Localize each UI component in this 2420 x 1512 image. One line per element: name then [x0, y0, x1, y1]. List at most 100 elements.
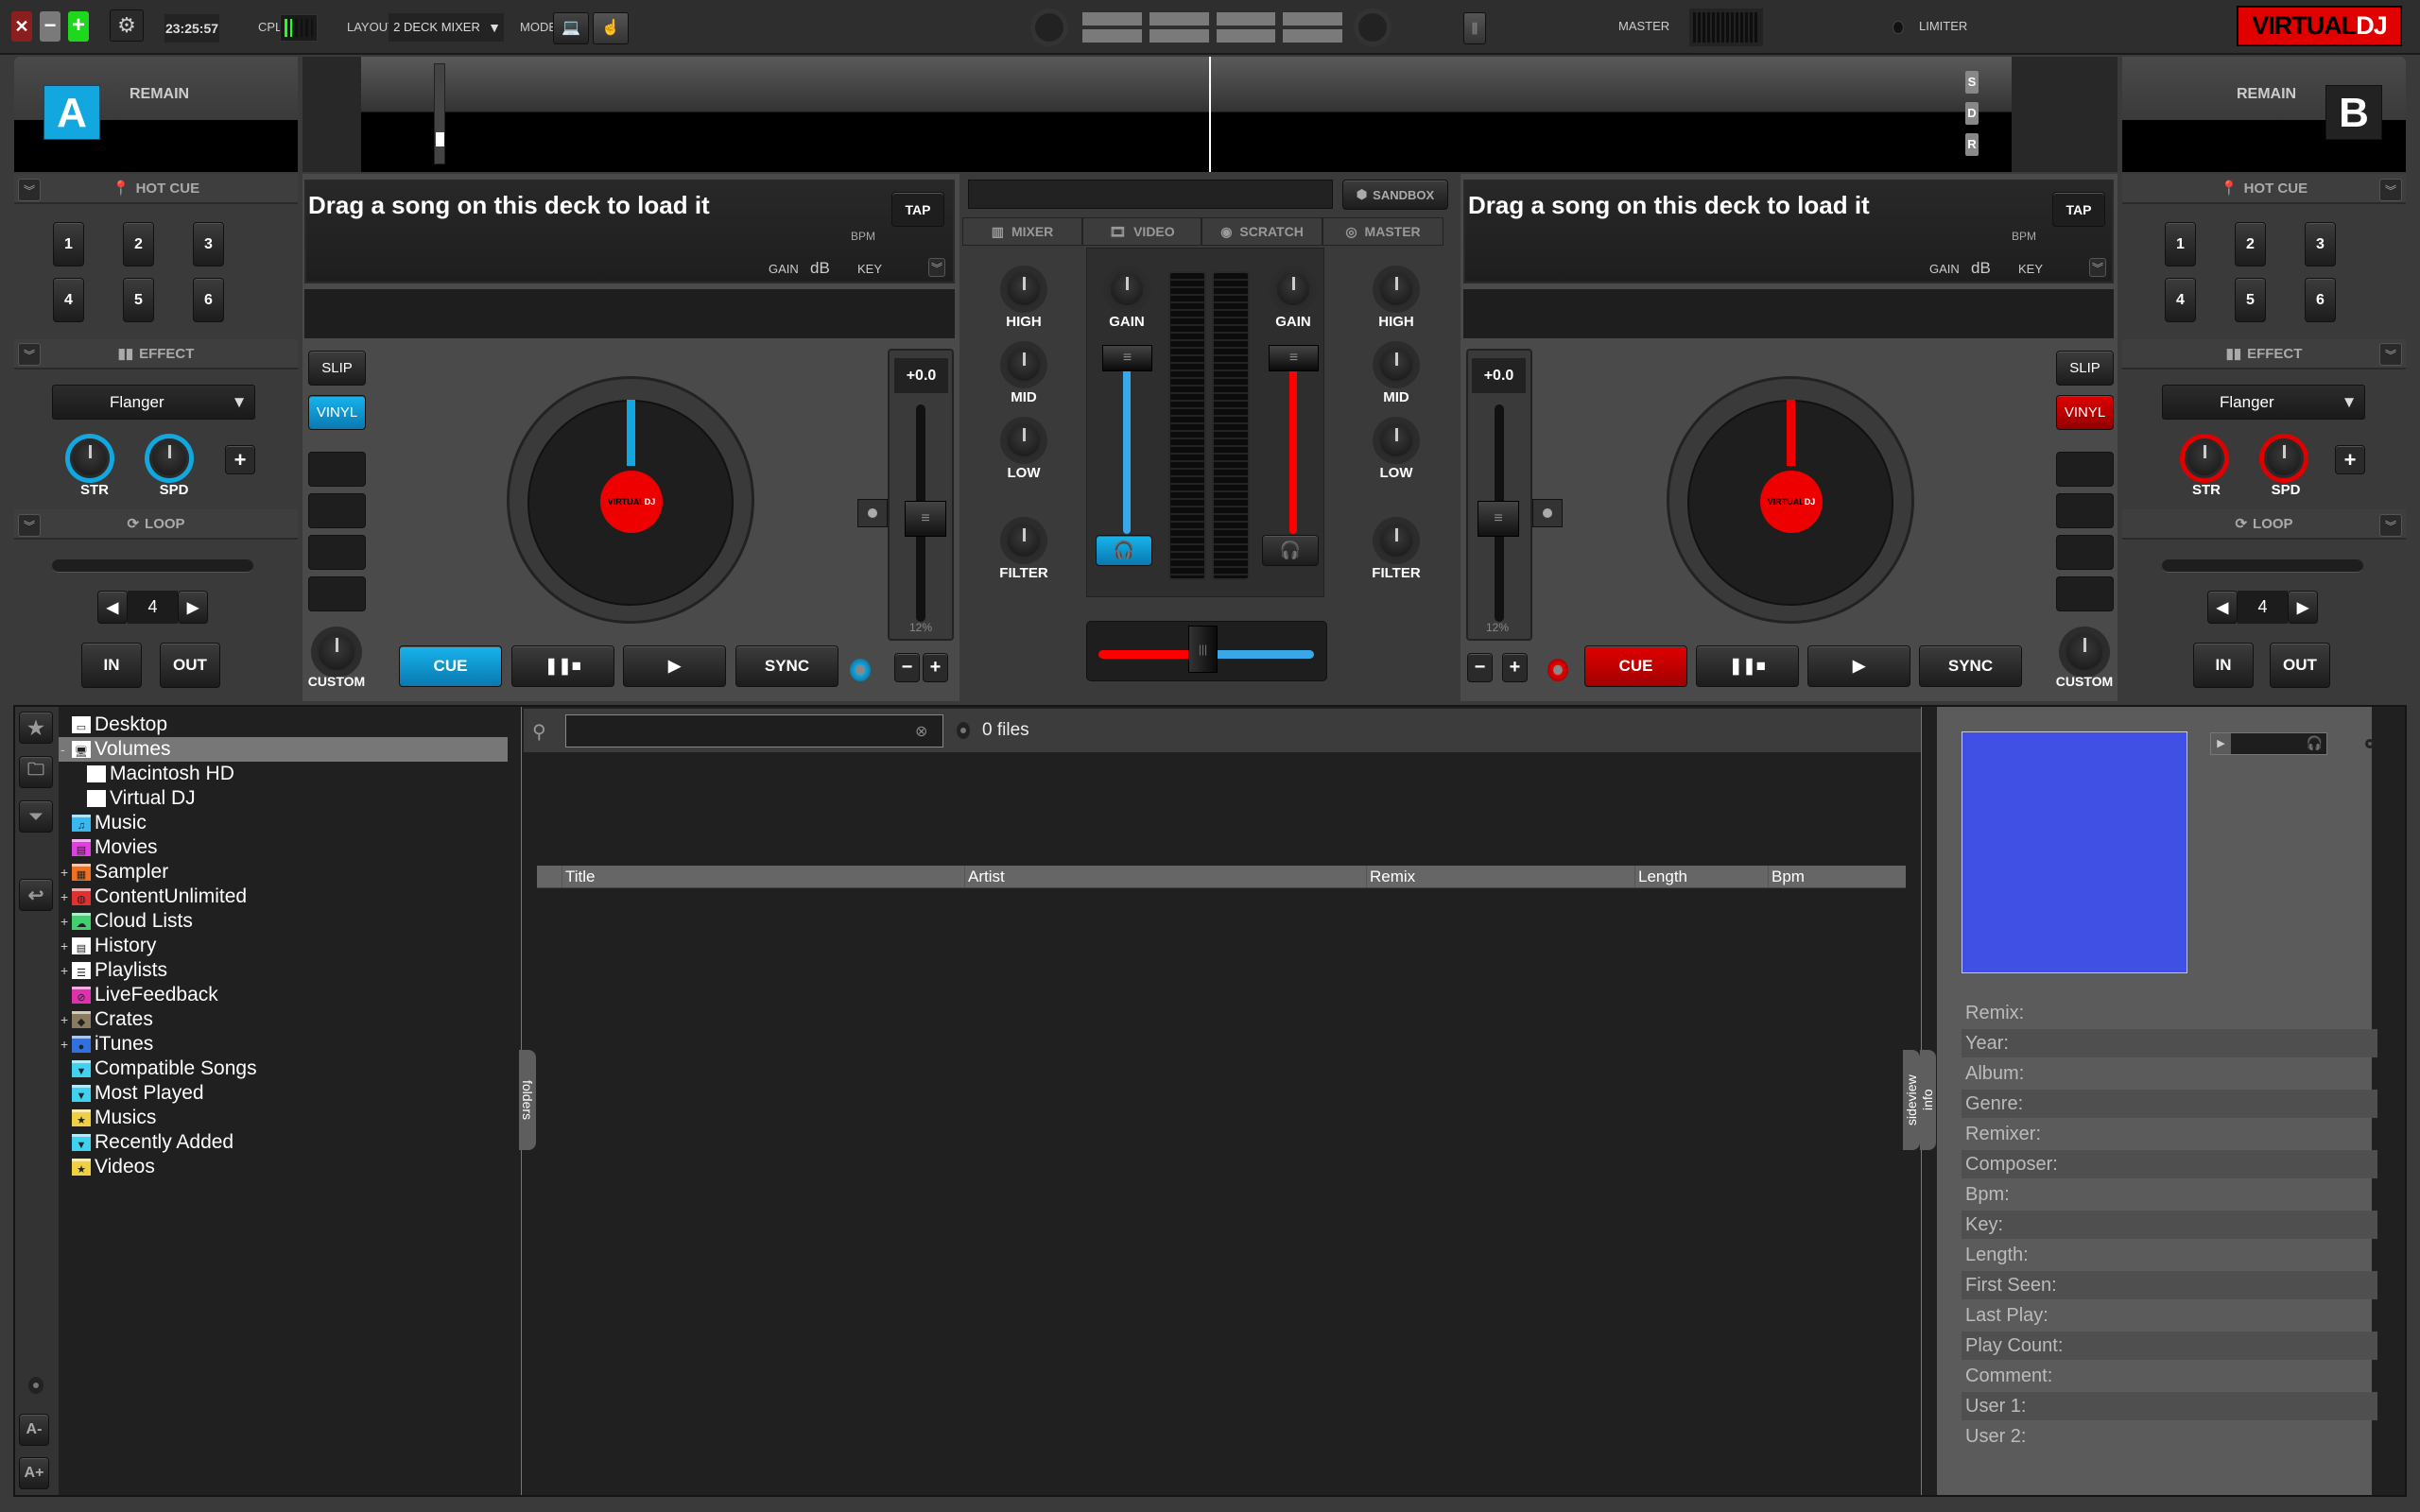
column-remix[interactable]: Remix — [1367, 866, 1635, 887]
pitch-slider-handle-a[interactable]: ≡ — [905, 501, 946, 537]
maximize-button[interactable]: + — [68, 11, 89, 42]
mode-laptop-button[interactable]: 💻 — [553, 12, 589, 44]
hot-cue-6-b[interactable]: 6 — [2305, 278, 2336, 322]
preview-play-icon[interactable]: ▶ — [2211, 733, 2231, 754]
deck-a-pad-1[interactable] — [308, 452, 366, 487]
tab-scratch[interactable]: ◉ SCRATCH — [1201, 217, 1322, 246]
loop-size-decrease-a[interactable]: ◀ — [97, 591, 128, 624]
expand-icon[interactable]: + — [60, 938, 70, 954]
column-bpm[interactable]: Bpm — [1769, 866, 1906, 887]
tree-item-most-played[interactable]: ▼ Most Played — [59, 1081, 508, 1106]
keylock-button-a[interactable] — [850, 659, 871, 681]
tree-item-contentunlimited[interactable]: + ◍ ContentUnlimited — [59, 885, 508, 909]
loop-size-increase-a[interactable]: ▶ — [178, 591, 208, 624]
eq-mid-knob-a[interactable] — [1005, 346, 1043, 384]
pitch-slider-handle-b[interactable]: ≡ — [1478, 501, 1519, 537]
hot-cue-collapse-a[interactable]: ︾ — [18, 179, 41, 201]
deck-b-mini-waveform[interactable] — [1463, 289, 2114, 338]
tree-item-recently-added[interactable]: ▼ Recently Added — [59, 1130, 508, 1155]
tree-item-crates[interactable]: + ◆ Crates — [59, 1007, 508, 1032]
pitch-minus-button-b[interactable]: − — [1467, 653, 1493, 682]
waveform-d-button[interactable]: D — [1965, 102, 1979, 125]
tap-button-a[interactable]: TAP — [891, 192, 944, 227]
custom-knob-b[interactable] — [2064, 631, 2105, 673]
gain-knob-a[interactable] — [1108, 270, 1146, 308]
minimize-button[interactable]: − — [40, 11, 60, 42]
add-folder-button[interactable]: 🗀 — [19, 756, 53, 788]
slip-button-a[interactable]: SLIP — [308, 351, 366, 386]
hot-cue-4-a[interactable]: 4 — [53, 278, 84, 322]
deck-b-pad-1[interactable] — [2056, 452, 2114, 487]
vinyl-button-a[interactable]: VINYL — [308, 395, 366, 430]
deck-b-pad-2[interactable] — [2056, 493, 2114, 528]
headphone-cue-button-b[interactable]: 🎧 — [1262, 535, 1319, 566]
deck-b-letter[interactable]: B — [2325, 85, 2382, 140]
eq-high-knob-a[interactable] — [1005, 270, 1043, 308]
loop-size-decrease-b[interactable]: ◀ — [2207, 591, 2238, 624]
tree-item-movies[interactable]: ▤ Movies — [59, 835, 508, 860]
sandbox-button[interactable]: ⬢ SANDBOX — [1342, 180, 1448, 210]
loop-slider-b[interactable] — [2162, 559, 2363, 573]
loop-in-button-b[interactable]: IN — [2193, 643, 2254, 688]
hot-cue-5-b[interactable]: 5 — [2235, 278, 2266, 322]
eq-low-knob-a[interactable] — [1005, 421, 1043, 459]
folders-tab[interactable]: folders — [519, 1050, 536, 1150]
search-input[interactable] — [565, 714, 943, 747]
add-filter-button[interactable]: ⏷ — [19, 800, 53, 833]
preview-player[interactable]: ▶ 🎧 — [2210, 732, 2327, 755]
search-options-led[interactable] — [957, 722, 970, 739]
play-button-b[interactable]: ▶ — [1807, 645, 1910, 687]
pause-stop-button-b[interactable]: ❚❚■ — [1696, 645, 1799, 687]
deck-a-pad-4[interactable] — [308, 576, 366, 611]
tree-item-compatible-songs[interactable]: ▼ Compatible Songs — [59, 1057, 508, 1081]
loop-size-increase-b[interactable]: ▶ — [2288, 591, 2318, 624]
crossfader-track-right[interactable] — [1208, 650, 1314, 659]
pitch-reset-button-a[interactable] — [857, 499, 888, 527]
deck-info-expand-a[interactable]: ︾ — [928, 258, 945, 277]
tree-item-itunes[interactable]: + ● iTunes — [59, 1032, 508, 1057]
effect-select-b[interactable]: Flanger ▼ — [2162, 385, 2365, 420]
volume-fader-track-b[interactable] — [1289, 364, 1297, 534]
font-smaller-button[interactable]: A- — [19, 1414, 49, 1446]
tree-item-sampler[interactable]: + ▦ Sampler — [59, 860, 508, 885]
loop-collapse-a[interactable]: ︾ — [18, 514, 41, 537]
deck-a-letter[interactable]: A — [43, 85, 100, 140]
effect-spd-knob-a[interactable] — [149, 438, 189, 478]
loop-out-button-a[interactable]: OUT — [160, 643, 220, 688]
effect-str-knob-b[interactable] — [2185, 438, 2224, 478]
tree-item-history[interactable]: + ▤ History — [59, 934, 508, 958]
loop-collapse-b[interactable]: ︾ — [2379, 514, 2402, 537]
file-list[interactable] — [537, 889, 1906, 1494]
expand-icon[interactable]: + — [60, 865, 70, 880]
tree-item-volumes[interactable]: - 🖥 Volumes — [59, 737, 508, 762]
hot-cue-3-a[interactable]: 3 — [193, 222, 224, 266]
tap-button-b[interactable]: TAP — [2052, 192, 2105, 227]
info-tab[interactable]: info — [1920, 1050, 1936, 1150]
tree-item-music[interactable]: ♫ Music — [59, 811, 508, 835]
waveform-zoom-handle[interactable] — [436, 132, 444, 146]
filter-knob-a[interactable] — [1005, 522, 1043, 559]
expand-icon[interactable]: + — [60, 963, 70, 978]
column-artist[interactable]: Artist — [965, 866, 1367, 887]
deck-a-pad-3[interactable] — [308, 535, 366, 570]
waveform-mode-button[interactable]: ⫼ — [1463, 12, 1486, 44]
hot-cue-collapse-b[interactable]: ︾ — [2379, 179, 2402, 201]
tree-item-macintosh-hd[interactable]: Macintosh HD — [59, 762, 508, 786]
hot-cue-2-a[interactable]: 2 — [123, 222, 154, 266]
deck-b-pad-4[interactable] — [2056, 576, 2114, 611]
column-length[interactable]: Length — [1635, 866, 1769, 887]
eq-low-knob-b[interactable] — [1377, 421, 1415, 459]
effect-collapse-b[interactable]: ︾ — [2379, 343, 2402, 366]
waveform-zoom-slider[interactable] — [434, 63, 445, 164]
layout-dropdown-arrow[interactable]: ▼ — [485, 13, 504, 42]
jogwheel-b[interactable]: VIRTUAL DJ — [1667, 376, 1914, 624]
expand-icon[interactable]: + — [60, 889, 70, 904]
tree-item-cloud-lists[interactable]: + ☁ Cloud Lists — [59, 909, 508, 934]
cue-button-a[interactable]: CUE — [399, 645, 502, 687]
loop-slider-a[interactable] — [52, 559, 253, 573]
close-button[interactable]: ✕ — [11, 11, 32, 42]
expand-icon[interactable]: + — [60, 1012, 70, 1027]
hot-cue-4-b[interactable]: 4 — [2165, 278, 2196, 322]
slip-button-b[interactable]: SLIP — [2056, 351, 2114, 386]
back-button[interactable]: ↩ — [19, 879, 53, 911]
